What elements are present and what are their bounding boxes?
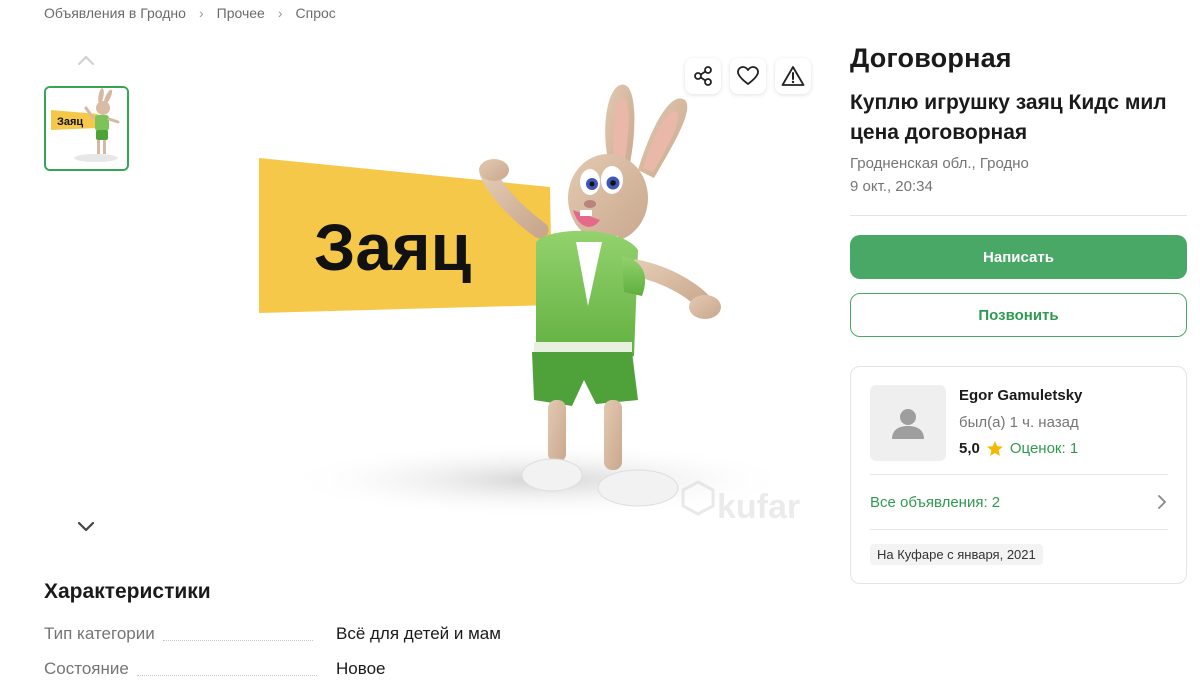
photo-actions: [685, 58, 811, 94]
characteristic-key: Тип категории: [44, 624, 155, 643]
reviews-link[interactable]: Оценок: 1: [1010, 440, 1078, 457]
rabbit-toy-image: Заяц kufar: [259, 84, 800, 526]
member-since-badge: На Куфаре с января, 2021: [870, 544, 1043, 565]
breadcrumb-item-other[interactable]: Прочее: [217, 5, 265, 21]
seller-last-seen: был(а) 1 ч. назад: [959, 414, 1079, 431]
thumb-banner-text: Заяц: [57, 116, 83, 128]
chevron-right-icon: [1158, 495, 1166, 509]
characteristic-row: Состояние Новое: [44, 659, 385, 679]
breadcrumb-separator-icon: ›: [198, 5, 204, 21]
characteristic-row: Тип категории Всё для детей и мам: [44, 624, 501, 644]
seller-name[interactable]: Egor Gamuletsky: [959, 387, 1082, 404]
dotted-leader: [162, 640, 313, 641]
breadcrumb-separator-icon: ›: [277, 5, 283, 21]
watermark-text: kufar: [717, 488, 800, 526]
listing-title: Куплю игрушку заяц Кидс мил цена договор…: [850, 91, 1167, 144]
rating-score: 5,0: [959, 440, 980, 457]
characteristics-title: Характеристики: [44, 580, 211, 603]
characteristic-value: Всё для детей и мам: [336, 624, 501, 643]
listing-location: Гродненская обл., Гродно: [850, 155, 1029, 172]
all-ads-label: Все объявления: 2: [870, 493, 1001, 511]
report-button[interactable]: [775, 58, 811, 94]
heart-icon: [737, 66, 759, 85]
seller-rating: 5,0 Оценок: 1: [959, 440, 1078, 457]
characteristic-value: Новое: [336, 659, 386, 678]
seller-card: Egor Gamuletsky был(а) 1 ч. назад 5,0 Оц…: [850, 366, 1187, 584]
divider: [870, 529, 1168, 530]
avatar[interactable]: [870, 385, 946, 461]
rabbit-thumbnail-image: Заяц: [46, 88, 127, 169]
user-icon: [892, 409, 924, 439]
call-button[interactable]: Позвонить: [850, 293, 1187, 337]
listing-date: 9 окт., 20:34: [850, 178, 933, 195]
chevron-up-icon[interactable]: [76, 51, 96, 71]
divider: [850, 215, 1187, 216]
chevron-down-icon[interactable]: [76, 516, 96, 536]
all-ads-link[interactable]: Все объявления: 2: [870, 475, 1168, 529]
warning-icon: [781, 66, 805, 86]
favorite-button[interactable]: [730, 58, 766, 94]
characteristic-key: Состояние: [44, 659, 129, 678]
banner-text: Заяц: [314, 210, 471, 284]
breadcrumb: Объявления в Гродно › Прочее › Спрос: [44, 5, 336, 21]
share-button[interactable]: [685, 58, 721, 94]
breadcrumb-item-demand[interactable]: Спрос: [296, 5, 336, 21]
star-icon: [986, 441, 1003, 456]
share-icon: [694, 66, 712, 86]
price: Договорная: [850, 43, 1012, 73]
write-button[interactable]: Написать: [850, 235, 1187, 279]
gallery-thumbnail[interactable]: Заяц: [44, 86, 129, 171]
main-photo[interactable]: Заяц kufar: [240, 60, 820, 555]
dotted-leader: [136, 675, 317, 676]
breadcrumb-item-city[interactable]: Объявления в Гродно: [44, 5, 186, 21]
